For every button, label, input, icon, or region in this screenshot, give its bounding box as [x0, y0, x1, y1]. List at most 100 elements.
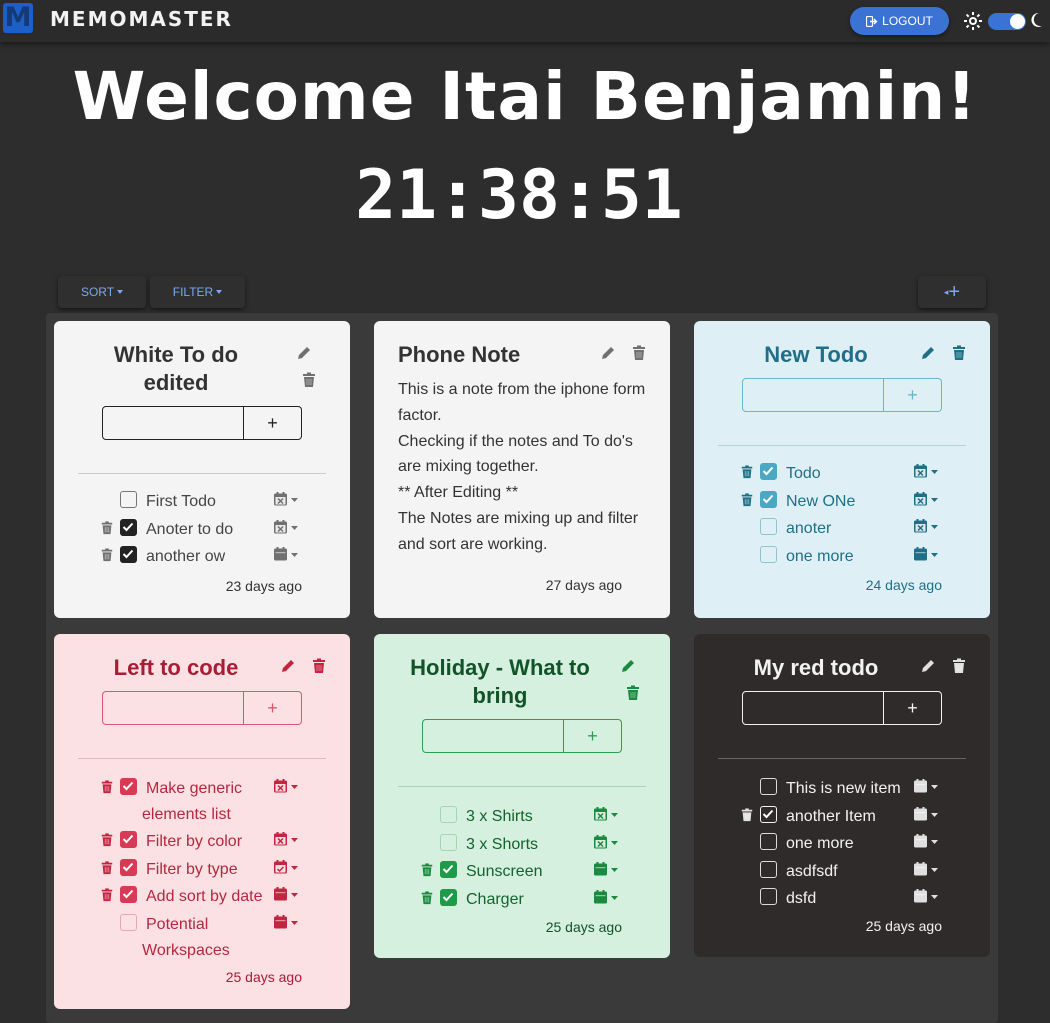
edit-icon[interactable] — [920, 658, 936, 674]
todo-checkbox[interactable] — [120, 858, 137, 876]
todo-checkbox[interactable] — [120, 831, 137, 848]
todo-item: another ow — [100, 544, 300, 566]
todo-checkbox[interactable] — [760, 888, 777, 906]
delete-icon[interactable] — [631, 345, 647, 361]
todo-checkbox[interactable] — [760, 778, 777, 795]
timestamp: 25 days ago — [545, 919, 622, 935]
todo-checkbox[interactable] — [120, 491, 137, 508]
todo-checkbox[interactable] — [440, 888, 457, 906]
add-item-group: + — [742, 691, 942, 725]
todo-item: dsfd — [740, 886, 940, 908]
delete-item-icon[interactable] — [100, 833, 114, 852]
add-item-group: + — [102, 691, 302, 725]
edit-icon[interactable] — [600, 345, 616, 361]
due-date-calendar-icon[interactable] — [914, 491, 940, 511]
due-date-calendar-icon[interactable] — [594, 807, 620, 826]
due-date-calendar-icon[interactable] — [594, 862, 620, 881]
todo-checkbox[interactable] — [440, 833, 457, 851]
due-date-calendar-icon[interactable] — [594, 834, 620, 854]
add-item-button[interactable]: + — [564, 719, 622, 753]
add-item-button[interactable]: + — [884, 378, 942, 412]
delete-item-icon[interactable] — [740, 465, 754, 484]
todo-text: 3 x Shirts — [466, 808, 533, 825]
delete-icon[interactable] — [951, 345, 967, 361]
delete-item-icon[interactable] — [100, 780, 114, 799]
add-item-button[interactable]: + — [244, 406, 302, 440]
todo-checkbox[interactable] — [760, 463, 777, 480]
due-date-calendar-icon[interactable] — [594, 889, 620, 909]
edit-icon[interactable] — [296, 345, 312, 361]
todo-text: another Item — [786, 807, 876, 825]
due-date-calendar-icon[interactable] — [914, 464, 940, 483]
logout-button[interactable]: LOGOUT — [850, 7, 949, 35]
delete-item-icon[interactable] — [740, 493, 754, 512]
delete-item-icon[interactable] — [100, 521, 114, 540]
todo-checkbox[interactable] — [760, 545, 777, 563]
todo-item: Make generic elements list — [100, 776, 300, 823]
brand-name[interactable]: MEMOMASTER — [50, 7, 233, 31]
due-date-calendar-icon[interactable] — [274, 914, 300, 934]
due-date-calendar-icon[interactable] — [914, 834, 940, 853]
todo-item: Charger — [420, 887, 620, 909]
due-date-calendar-icon[interactable] — [274, 519, 300, 539]
due-date-calendar-icon[interactable] — [274, 492, 300, 511]
add-item-button[interactable]: + — [244, 691, 302, 725]
logo-icon[interactable]: M — [3, 3, 33, 33]
todo-checkbox[interactable] — [440, 806, 457, 823]
edit-icon[interactable] — [620, 658, 636, 674]
todo-item: 3 x Shirts — [420, 804, 620, 826]
todo-checkbox[interactable] — [760, 833, 777, 851]
due-date-calendar-icon[interactable] — [914, 546, 940, 566]
due-date-calendar-icon[interactable] — [274, 859, 300, 879]
todo-checkbox[interactable] — [120, 778, 137, 795]
delete-item-icon[interactable] — [420, 863, 434, 882]
edit-icon[interactable] — [920, 345, 936, 361]
due-date-calendar-icon[interactable] — [914, 861, 940, 881]
note-line: ** After Editing ** — [398, 484, 519, 502]
add-label: + — [948, 280, 961, 303]
add-item-button[interactable]: + — [884, 691, 942, 725]
todo-checkbox[interactable] — [120, 913, 137, 931]
add-item-input[interactable] — [742, 378, 884, 412]
due-date-calendar-icon[interactable] — [914, 889, 940, 908]
delete-item-icon[interactable] — [740, 808, 754, 827]
delete-item-icon[interactable] — [100, 548, 114, 567]
filter-button[interactable]: FILTER — [150, 276, 245, 308]
todo-checkbox[interactable] — [760, 518, 777, 536]
edit-icon[interactable] — [280, 658, 296, 674]
delete-icon[interactable] — [311, 658, 327, 674]
add-item-input[interactable] — [742, 691, 884, 725]
todo-checkbox[interactable] — [120, 518, 137, 536]
note-body: This is a note from the iphone form facto… — [398, 377, 660, 558]
delete-item-icon[interactable] — [100, 888, 114, 907]
add-item-input[interactable] — [422, 719, 564, 753]
todo-text: Potential — [146, 915, 209, 933]
due-date-calendar-icon[interactable] — [274, 887, 300, 906]
delete-item-icon[interactable] — [100, 861, 114, 880]
todo-checkbox[interactable] — [440, 861, 457, 879]
due-date-calendar-icon[interactable] — [914, 519, 940, 538]
due-date-calendar-icon[interactable] — [274, 779, 300, 798]
due-date-calendar-icon[interactable] — [274, 547, 300, 566]
todo-checkbox[interactable] — [760, 490, 777, 508]
delete-icon[interactable] — [625, 685, 641, 701]
add-item-input[interactable] — [102, 691, 244, 725]
todo-checkbox[interactable] — [760, 805, 777, 823]
delete-item-icon[interactable] — [420, 891, 434, 910]
todo-checkbox[interactable] — [120, 886, 137, 904]
due-date-calendar-icon[interactable] — [274, 832, 300, 851]
add-note-button[interactable]: ◂ + — [918, 276, 986, 308]
todo-checkbox[interactable] — [760, 860, 777, 878]
delete-icon[interactable] — [951, 658, 967, 674]
todo-checkbox[interactable] — [120, 546, 137, 564]
card-title: New Todo — [764, 342, 868, 367]
add-item-input[interactable] — [102, 406, 244, 440]
due-date-calendar-icon[interactable] — [914, 779, 940, 798]
timestamp: 25 days ago — [865, 918, 942, 934]
theme-toggle[interactable] — [988, 13, 1026, 30]
todo-text-cont: elements list — [142, 806, 231, 823]
due-date-calendar-icon[interactable] — [914, 806, 940, 826]
sort-button[interactable]: SORT — [58, 276, 146, 308]
delete-icon[interactable] — [301, 372, 317, 388]
todo-item: asdfsdf — [740, 859, 940, 881]
